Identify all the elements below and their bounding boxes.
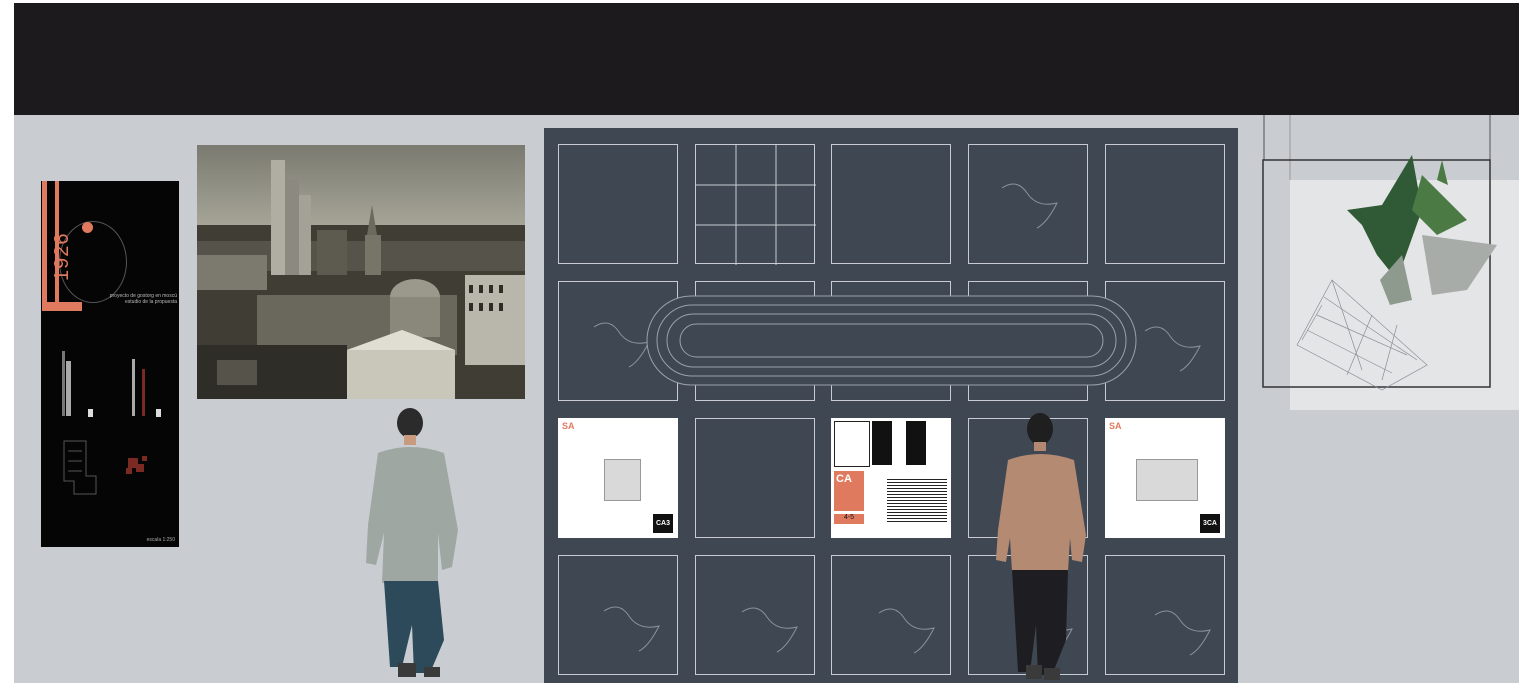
cover-thumb-ca: CA <box>834 471 864 511</box>
panel-tile-empty <box>1105 144 1225 264</box>
ring-drawing <box>646 295 1137 386</box>
panel-tile-sketch <box>1105 555 1225 675</box>
panel-tile-empty <box>558 144 678 264</box>
panel-tile-empty <box>695 418 815 538</box>
panel-tile-sketch <box>968 144 1088 264</box>
panel-tile-empty <box>831 144 951 264</box>
cover-thumb <box>872 421 892 465</box>
visitor-figure <box>996 413 1086 680</box>
poster-accent-bar <box>42 302 82 311</box>
poster-subtitle: proyecto de gostorg en moscú estudio de l… <box>109 293 177 305</box>
panel-tile-sketch <box>558 555 678 675</box>
visitor-figure <box>366 408 458 677</box>
page-text-block <box>887 479 947 524</box>
panel-tile-page-covers: CA 4-5 <box>831 418 951 538</box>
panel-tile-sketch <box>695 555 815 675</box>
poster-plan-drawing <box>63 440 147 495</box>
cover-number: 4-5 <box>834 514 864 524</box>
page-sa-label: SA <box>562 421 575 431</box>
page-illustration <box>1136 459 1198 501</box>
display-panel: SA CA3 CA 4-5 SA 3CA <box>544 128 1238 683</box>
panel-tile-page-sa: SA CA3 <box>558 418 678 538</box>
poster-scale-label: escala 1:250 <box>146 537 175 543</box>
cover-thumb <box>834 421 870 467</box>
ceiling <box>14 3 1519 115</box>
page-ca-badge: 3CA <box>1199 514 1220 533</box>
panel-tile-grid <box>695 144 816 265</box>
page-ca-badge: CA3 <box>652 514 673 533</box>
city-model-drawing <box>1262 115 1519 410</box>
historic-city-photo <box>197 145 525 399</box>
cover-thumb <box>906 421 926 465</box>
page-sa-label: SA <box>1109 421 1122 431</box>
panel-tile-sketch <box>831 555 951 675</box>
poster-accent-bar <box>42 181 47 311</box>
poster-year: 1926 <box>51 232 73 282</box>
panel-tile-page-sa-right: SA 3CA <box>1105 418 1225 538</box>
exhibition-poster: 1926 proyecto de gostorg en moscú estudio… <box>41 181 179 547</box>
poster-dot <box>82 222 93 233</box>
page-illustration <box>604 459 641 501</box>
